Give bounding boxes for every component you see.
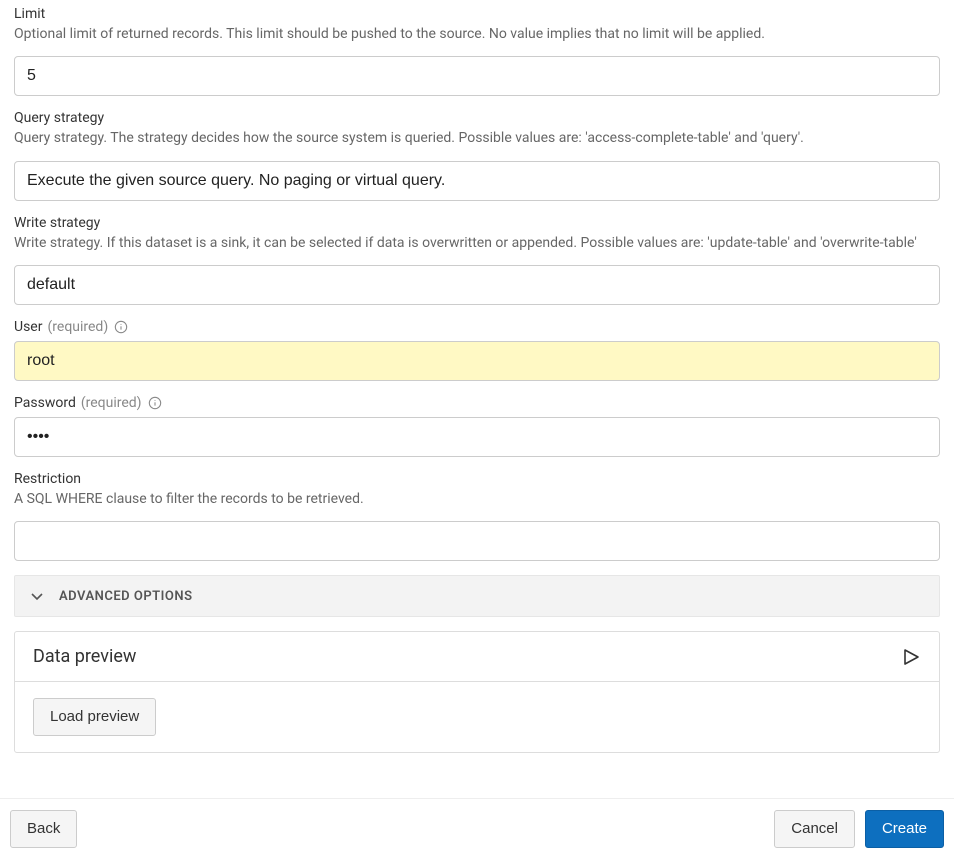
password-label-row: Password (required) [14,395,940,411]
restriction-label: Restriction [14,471,940,487]
write-strategy-label: Write strategy [14,215,940,231]
user-label-row: User (required) [14,319,940,335]
info-icon[interactable] [147,395,163,411]
write-strategy-description: Write strategy. If this dataset is a sin… [14,233,940,253]
user-required-hint: (required) [47,319,108,335]
restriction-field-group: Restriction A SQL WHERE clause to filter… [14,471,940,561]
advanced-options-title: ADVANCED OPTIONS [59,589,193,604]
query-strategy-description: Query strategy. The strategy decides how… [14,128,940,148]
restriction-description: A SQL WHERE clause to filter the records… [14,489,940,509]
query-strategy-label: Query strategy [14,110,940,126]
user-field-group: User (required) [14,319,940,381]
back-button[interactable]: Back [10,810,77,848]
password-input[interactable] [14,417,940,457]
write-strategy-field-group: Write strategy Write strategy. If this d… [14,215,940,305]
user-input[interactable] [14,341,940,381]
footer-bar: Back Cancel Create [0,798,954,859]
limit-field-group: Limit Optional limit of returned records… [14,6,940,96]
password-field-group: Password (required) [14,395,940,457]
limit-description: Optional limit of returned records. This… [14,24,940,44]
query-strategy-field-group: Query strategy Query strategy. The strat… [14,110,940,200]
limit-label: Limit [14,6,940,22]
data-preview-header: Data preview [15,632,939,682]
password-label: Password [14,395,76,411]
load-preview-button[interactable]: Load preview [33,698,156,736]
data-preview-panel: Data preview Load preview [14,631,940,753]
restriction-input[interactable] [14,521,940,561]
advanced-options-toggle[interactable]: ADVANCED OPTIONS [14,575,940,617]
write-strategy-input[interactable] [14,265,940,305]
play-icon[interactable] [901,647,921,667]
data-preview-body: Load preview [15,682,939,752]
cancel-button[interactable]: Cancel [774,810,855,848]
data-preview-title: Data preview [33,646,136,667]
chevron-down-icon [29,588,45,604]
user-label: User [14,319,42,335]
password-required-hint: (required) [81,395,142,411]
limit-input[interactable] [14,56,940,96]
info-icon[interactable] [113,319,129,335]
create-button[interactable]: Create [865,810,944,848]
query-strategy-input[interactable] [14,161,940,201]
